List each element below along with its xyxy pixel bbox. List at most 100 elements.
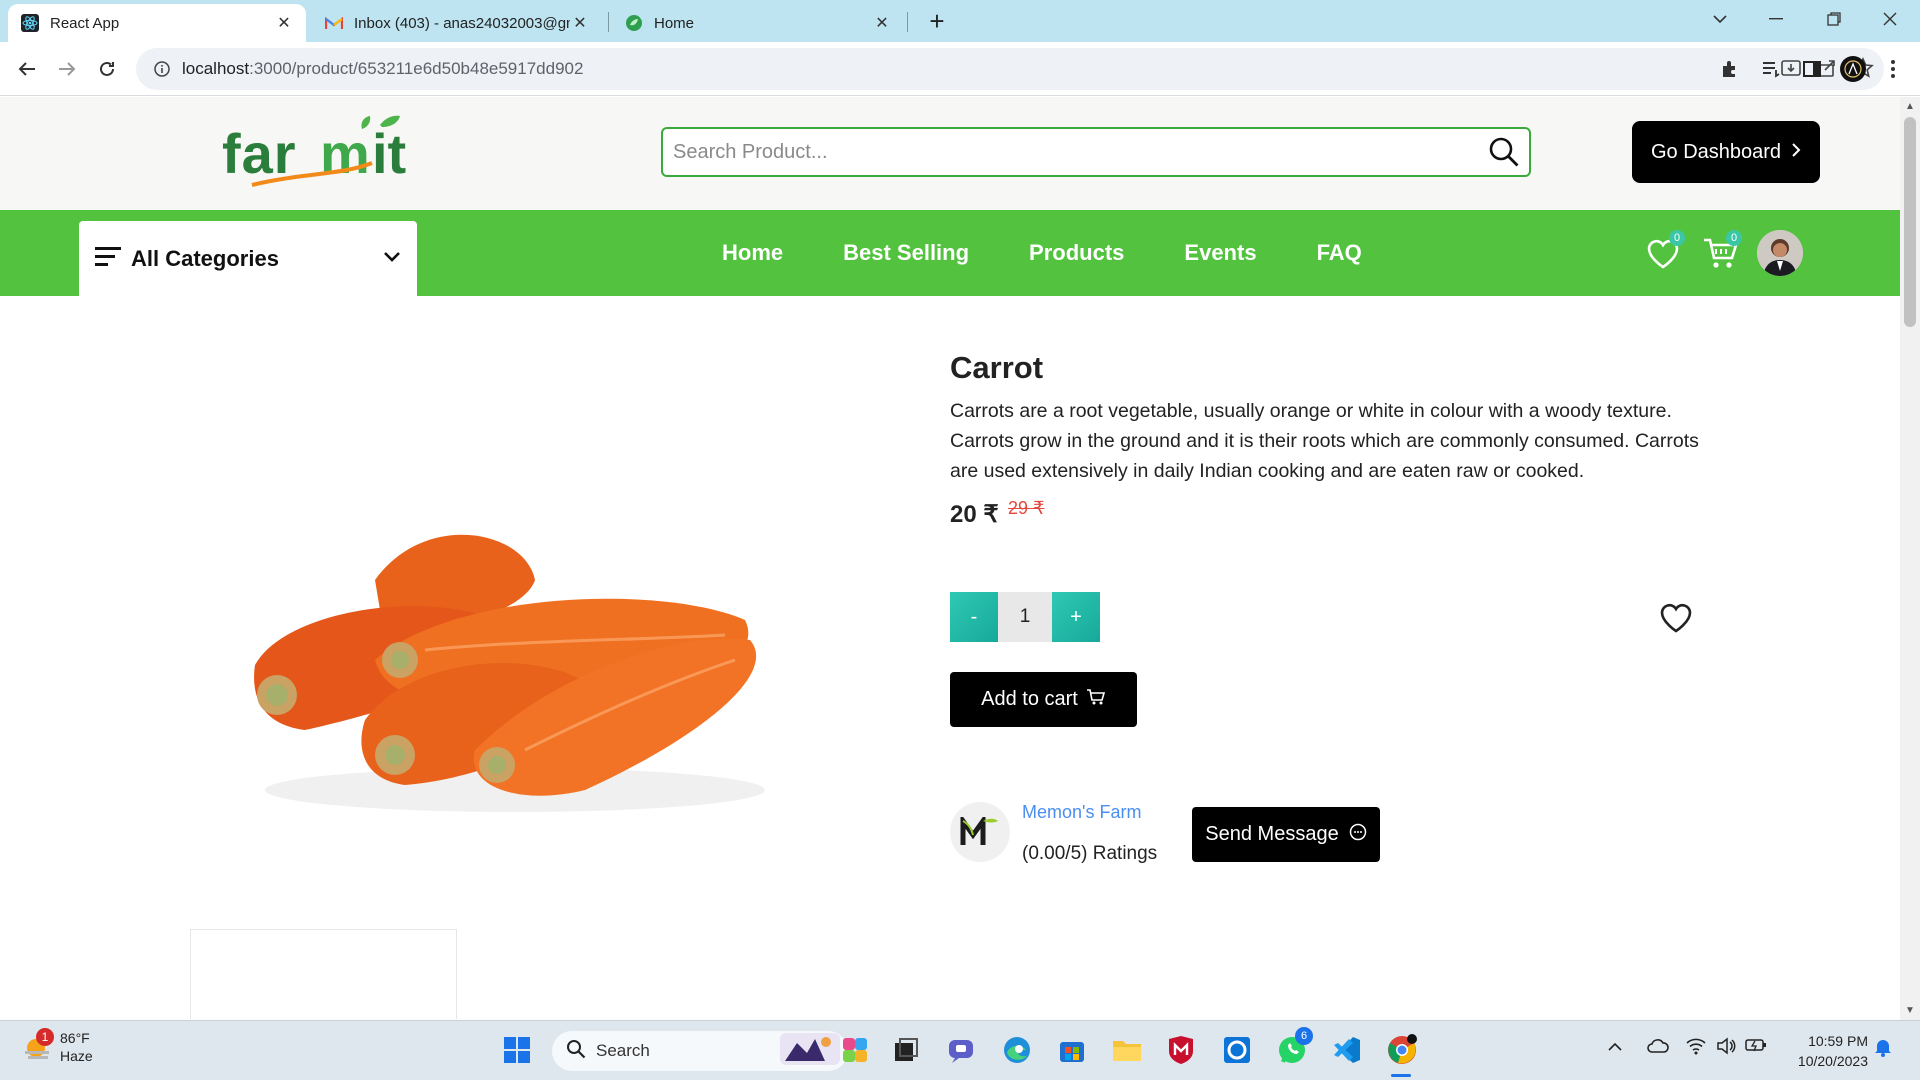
- mcafee-icon[interactable]: [1164, 1033, 1198, 1067]
- farmit-logo[interactable]: far m it: [222, 115, 422, 191]
- profile-avatar-icon[interactable]: [1838, 54, 1868, 84]
- reading-list-icon[interactable]: [1756, 54, 1786, 84]
- wifi-icon[interactable]: [1686, 1037, 1706, 1060]
- url-text: localhost:3000/product/653211e6d50b48e59…: [182, 59, 584, 78]
- main-navbar: All Categories Home Best Selling Product…: [0, 210, 1900, 296]
- search-icon: [566, 1039, 586, 1064]
- nav-link-home[interactable]: Home: [722, 240, 783, 266]
- app-blue-square-icon[interactable]: [1220, 1033, 1254, 1067]
- cart-icon[interactable]: 0: [1702, 230, 1742, 272]
- volume-icon[interactable]: [1716, 1037, 1736, 1060]
- product-description: Carrots are a root vegetable, usually or…: [950, 400, 1699, 482]
- product-image: [225, 490, 785, 830]
- shop-rating: (0.00/5) Ratings: [1022, 843, 1158, 864]
- extensions-puzzle-icon[interactable]: [1715, 54, 1745, 84]
- weather-temp: 86°F: [60, 1030, 90, 1046]
- gmail-icon: [324, 13, 344, 33]
- copilot-icon[interactable]: [838, 1033, 872, 1067]
- add-to-wishlist-heart-icon[interactable]: [1658, 600, 1694, 636]
- chevron-down-icon: [383, 250, 401, 268]
- scroll-down-icon[interactable]: ▼: [1905, 1005, 1915, 1016]
- task-view-icon[interactable]: [889, 1033, 923, 1067]
- tab-separator: [907, 12, 908, 32]
- show-hidden-icons-chevron-icon[interactable]: [1607, 1039, 1623, 1057]
- close-icon[interactable]: ✕: [570, 13, 590, 33]
- search-input[interactable]: [663, 129, 1479, 175]
- restore-button[interactable]: [1806, 0, 1862, 38]
- vscode-icon[interactable]: [1330, 1033, 1364, 1067]
- shop-name-link[interactable]: Memon's Farm: [1022, 802, 1141, 823]
- svg-text:m: m: [320, 122, 370, 185]
- browser-toolbar: localhost:3000/product/653211e6d50b48e59…: [0, 42, 1920, 96]
- whatsapp-icon[interactable]: 6: [1275, 1027, 1313, 1067]
- search-icon[interactable]: [1479, 129, 1529, 175]
- whatsapp-badge: 6: [1295, 1027, 1313, 1045]
- new-tab-button[interactable]: +: [922, 6, 952, 36]
- tab-label: Home: [654, 14, 695, 32]
- product-original-price: 29 ₹: [1008, 498, 1045, 518]
- notification-bell-icon[interactable]: [1874, 1037, 1892, 1062]
- clock-date: 10/20/2023: [1797, 1053, 1868, 1069]
- address-bar[interactable]: localhost:3000/product/653211e6d50b48e59…: [136, 48, 1884, 90]
- scrollbar-thumb[interactable]: [1904, 117, 1916, 327]
- nav-link-faq[interactable]: FAQ: [1317, 240, 1362, 266]
- file-explorer-icon[interactable]: [1110, 1033, 1144, 1067]
- close-icon[interactable]: ✕: [274, 13, 294, 33]
- teams-chat-icon[interactable]: [944, 1033, 978, 1067]
- weather-widget[interactable]: 1 86°F Haze: [22, 1028, 93, 1065]
- reload-icon[interactable]: [92, 54, 122, 84]
- site-info-icon[interactable]: [142, 61, 182, 77]
- tab-gmail-inbox[interactable]: Inbox (403) - anas24032003@gm ✕: [312, 4, 602, 42]
- site-header: far m it Go Dashboard: [0, 97, 1900, 210]
- taskbar-search-box[interactable]: Search: [552, 1031, 848, 1071]
- send-message-label: Send Message: [1205, 823, 1339, 845]
- weather-sun-icon: 1: [22, 1028, 54, 1062]
- product-thumbnail[interactable]: [190, 929, 457, 1019]
- send-message-button[interactable]: Send Message: [1192, 807, 1380, 862]
- windows-start-icon[interactable]: [500, 1033, 534, 1067]
- leaf-icon: [624, 13, 644, 33]
- chrome-icon[interactable]: [1385, 1033, 1419, 1077]
- all-categories-dropdown[interactable]: All Categories: [79, 221, 417, 296]
- nav-link-products[interactable]: Products: [1029, 240, 1124, 266]
- forward-arrow-icon[interactable]: [52, 54, 82, 84]
- quantity-stepper: - 1 +: [950, 592, 1100, 642]
- back-arrow-icon[interactable]: [12, 54, 42, 84]
- windows-taskbar: 1 86°F Haze Search 6 10:59 PM 10/20/2023: [0, 1020, 1920, 1080]
- close-icon[interactable]: ✕: [872, 13, 892, 33]
- onedrive-cloud-icon[interactable]: [1647, 1037, 1669, 1060]
- product-title: Carrot: [950, 350, 1044, 385]
- system-clock[interactable]: 10:59 PM 10/20/2023: [1788, 1031, 1868, 1071]
- increment-button[interactable]: +: [1052, 592, 1100, 642]
- nav-links: Home Best Selling Products Events FAQ: [722, 210, 1362, 296]
- chevron-right-icon: [1791, 141, 1801, 164]
- nav-link-best-selling[interactable]: Best Selling: [843, 240, 969, 266]
- battery-icon[interactable]: [1745, 1037, 1767, 1058]
- dashboard-label: Go Dashboard: [1650, 140, 1782, 163]
- decrement-button[interactable]: -: [950, 592, 998, 642]
- add-to-cart-button[interactable]: Add to cart: [950, 672, 1137, 727]
- side-panel-icon[interactable]: [1797, 54, 1827, 84]
- close-window-button[interactable]: [1862, 0, 1918, 38]
- nav-link-events[interactable]: Events: [1184, 240, 1256, 266]
- user-avatar[interactable]: [1757, 230, 1803, 276]
- tab-react-app[interactable]: React App ✕: [8, 4, 306, 42]
- go-dashboard-button[interactable]: Go Dashboard: [1632, 121, 1820, 183]
- wishlist-heart-icon[interactable]: 0: [1645, 230, 1685, 272]
- categories-label: All Categories: [131, 245, 279, 271]
- page-scrollbar[interactable]: ▲ ▼: [1900, 97, 1920, 1020]
- tab-label: Inbox (403) - anas24032003@gm: [354, 14, 570, 32]
- search-bar: [661, 127, 1531, 177]
- tab-label: React App: [50, 14, 120, 32]
- chrome-menu-icon[interactable]: [1878, 54, 1908, 84]
- microsoft-store-icon[interactable]: [1055, 1033, 1089, 1067]
- tab-search-icon[interactable]: [1692, 0, 1748, 38]
- svg-text:it: it: [372, 122, 406, 185]
- scroll-up-icon[interactable]: ▲: [1905, 101, 1915, 112]
- shop-avatar[interactable]: [950, 802, 1010, 862]
- minimize-button[interactable]: [1748, 0, 1804, 38]
- clock-time: 10:59 PM: [1808, 1033, 1868, 1049]
- edge-browser-icon[interactable]: [1000, 1033, 1034, 1067]
- active-app-indicator: [1391, 1074, 1411, 1077]
- tab-home[interactable]: Home ✕: [612, 4, 904, 42]
